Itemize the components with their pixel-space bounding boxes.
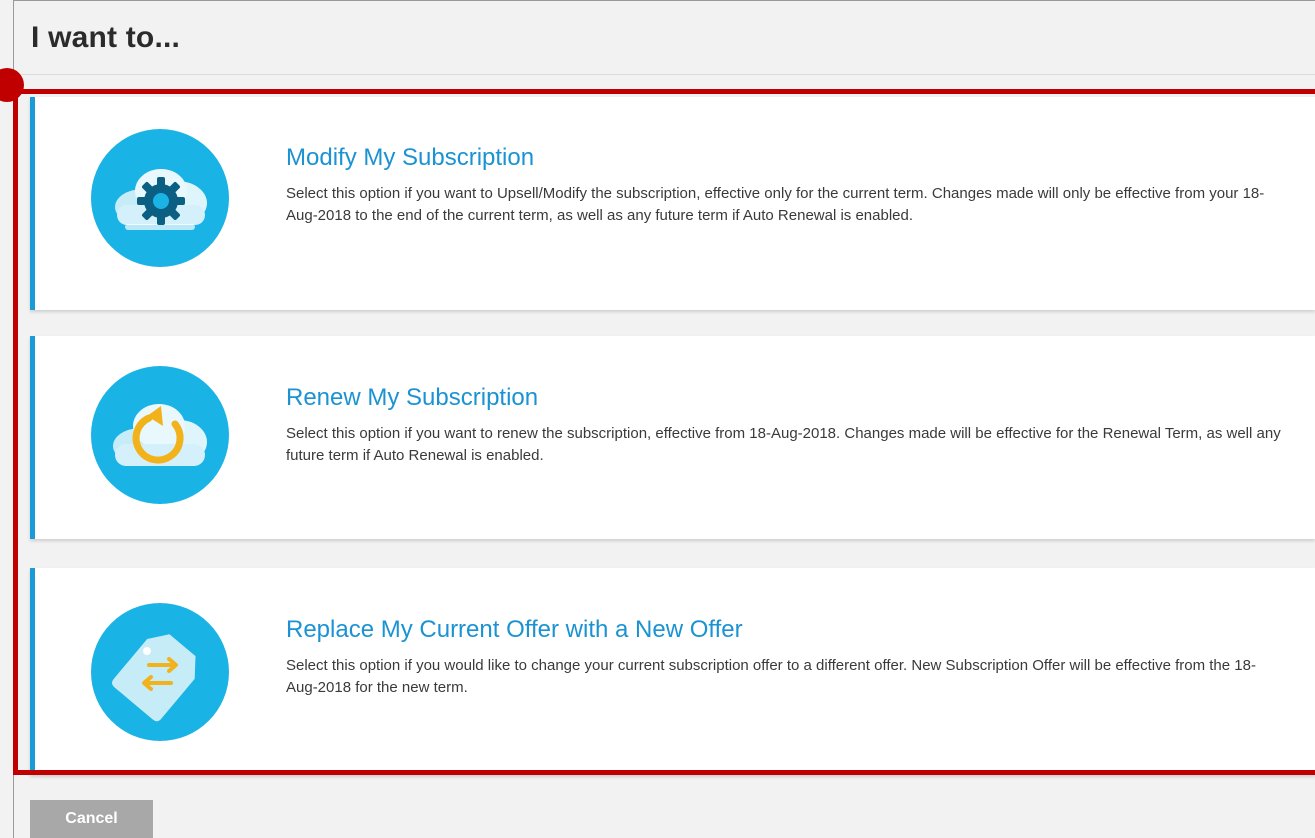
option-replace-offer[interactable]: Replace My Current Offer with a New Offe… — [30, 568, 1315, 775]
cloud-gear-icon — [91, 129, 229, 267]
dialog-footer: Cancel — [30, 800, 153, 838]
option-text: Renew My Subscription Select this option… — [286, 383, 1285, 467]
option-description: Select this option if you would like to … — [286, 657, 1256, 696]
option-title[interactable]: Renew My Subscription — [286, 383, 1285, 413]
option-description: Select this option if you want to Upsell… — [286, 185, 1265, 224]
dialog-header: I want to... — [14, 1, 1315, 75]
page-title: I want to... — [31, 20, 181, 54]
option-description: Select this option if you want to renew … — [286, 425, 1281, 464]
option-renew-subscription[interactable]: Renew My Subscription Select this option… — [30, 336, 1315, 539]
option-title[interactable]: Replace My Current Offer with a New Offe… — [286, 615, 1285, 645]
cloud-renew-icon — [91, 366, 229, 504]
option-text: Modify My Subscription Select this optio… — [286, 143, 1285, 227]
tag-swap-icon — [91, 603, 229, 741]
option-modify-subscription[interactable]: Modify My Subscription Select this optio… — [30, 97, 1315, 310]
option-text: Replace My Current Offer with a New Offe… — [286, 615, 1285, 699]
cancel-button[interactable]: Cancel — [30, 800, 153, 838]
option-title[interactable]: Modify My Subscription — [286, 143, 1285, 173]
